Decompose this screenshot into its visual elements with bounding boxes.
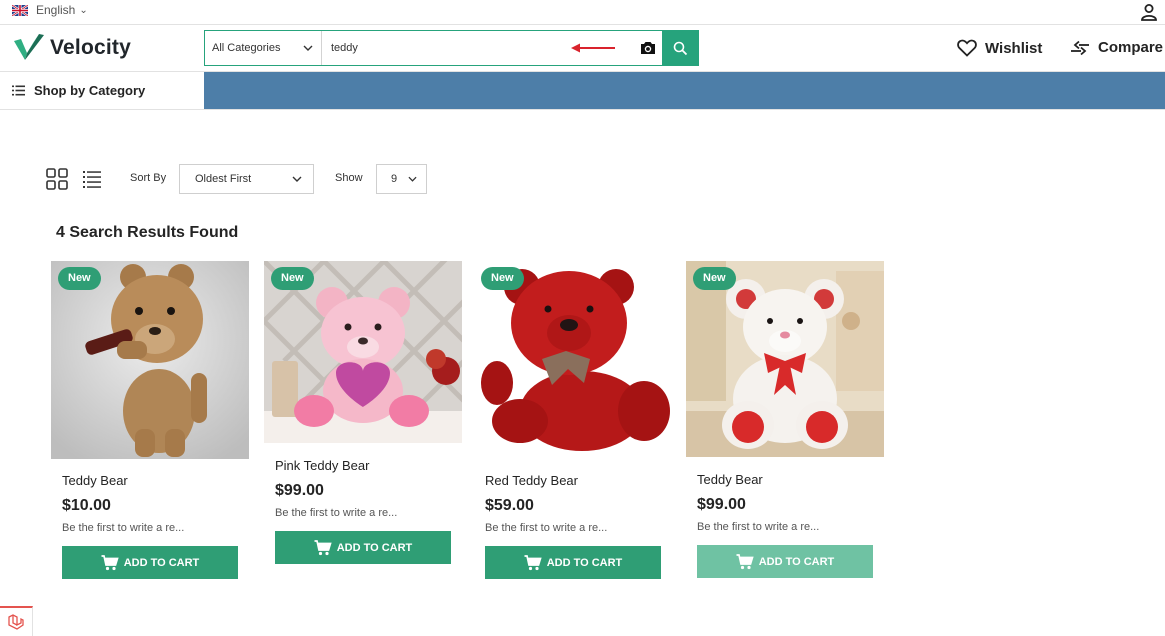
review-prompt[interactable]: Be the first to write a re... <box>275 507 397 519</box>
search-icon <box>673 41 687 55</box>
cart-icon <box>524 554 542 570</box>
show-label: Show <box>335 172 363 184</box>
list-view-icon[interactable] <box>82 169 102 189</box>
compare-label: Compare <box>1098 39 1164 56</box>
chevron-down-icon <box>292 176 302 182</box>
camera-icon <box>641 42 655 54</box>
language-selector[interactable]: English ⌄ <box>12 3 88 17</box>
logo-text: Velocity <box>50 36 131 59</box>
sort-by-label: Sort By <box>130 172 167 184</box>
add-to-cart-button[interactable]: ADD TO CART <box>697 545 873 578</box>
product-name[interactable]: Red Teddy Bear <box>485 473 578 488</box>
listing-toolbar: Sort By Oldest First Show 9 <box>46 164 446 194</box>
sort-select-value: Oldest First <box>195 173 252 185</box>
product-image[interactable]: New <box>474 261 672 459</box>
category-select[interactable]: All Categories <box>205 31 322 65</box>
cart-icon <box>101 554 119 570</box>
user-account-icon[interactable] <box>1140 3 1158 21</box>
product-price: $10.00 <box>62 497 111 514</box>
top-bar: English ⌄ <box>0 0 1165 25</box>
product-card[interactable]: New Pink Teddy Bear $99.00 Be the first … <box>264 261 462 566</box>
category-nav: Shop by Category <box>0 71 1165 110</box>
add-to-cart-button[interactable]: ADD TO CART <box>62 546 238 579</box>
review-prompt[interactable]: Be the first to write a re... <box>485 522 607 534</box>
search-input[interactable] <box>322 31 634 65</box>
product-name[interactable]: Pink Teddy Bear <box>275 458 369 473</box>
product-price: $99.00 <box>275 482 324 499</box>
add-to-cart-label: ADD TO CART <box>123 556 200 569</box>
show-count-value: 9 <box>391 173 398 185</box>
add-to-cart-label: ADD TO CART <box>546 556 623 569</box>
wishlist-label: Wishlist <box>985 39 1043 57</box>
product-card[interactable]: New Teddy Bear $10.00 Be the first to wr… <box>51 261 249 581</box>
review-prompt[interactable]: Be the first to write a re... <box>62 522 184 534</box>
product-name[interactable]: Teddy Bear <box>697 472 763 487</box>
compare-link[interactable]: Compare <box>1070 39 1163 56</box>
uk-flag-icon <box>12 4 28 16</box>
sort-select[interactable]: Oldest First <box>179 164 314 194</box>
new-badge: New <box>481 267 524 290</box>
chevron-down-icon: ⌄ <box>79 4 88 16</box>
laravel-logo-icon <box>8 614 24 630</box>
category-select-value: All Categories <box>212 42 281 54</box>
product-card[interactable]: New Teddy Bear $99.00 Be the first to wr… <box>686 261 884 581</box>
product-image[interactable]: New <box>686 261 884 457</box>
new-badge: New <box>693 267 736 290</box>
new-badge: New <box>271 267 314 290</box>
product-image[interactable]: New <box>264 261 462 443</box>
velocity-logo-icon <box>14 34 44 60</box>
cart-icon <box>736 553 754 569</box>
image-search-button[interactable] <box>634 31 662 65</box>
logo[interactable]: Velocity <box>13 33 131 63</box>
chevron-down-icon <box>408 176 417 182</box>
product-card[interactable]: New Red Teddy Bear $59.00 Be the first t… <box>474 261 672 581</box>
language-label: English <box>36 3 76 17</box>
add-to-cart-label: ADD TO CART <box>336 541 413 554</box>
add-to-cart-button[interactable]: ADD TO CART <box>485 546 661 579</box>
product-price: $99.00 <box>697 496 746 513</box>
shop-by-category-button[interactable]: Shop by Category <box>0 72 204 109</box>
heart-icon <box>957 39 977 57</box>
search-button[interactable] <box>662 31 698 65</box>
grid-view-icon[interactable] <box>46 168 68 190</box>
add-to-cart-button[interactable]: ADD TO CART <box>275 531 451 564</box>
add-to-cart-label: ADD TO CART <box>758 555 835 568</box>
show-count-select[interactable]: 9 <box>376 164 427 194</box>
white-teddy-bear-image <box>686 261 884 457</box>
search-bar: All Categories <box>204 30 699 66</box>
new-badge: New <box>58 267 101 290</box>
header: Velocity All Categories teddy Wishlist C… <box>0 26 1165 71</box>
nav-menu-strip <box>204 72 1165 109</box>
product-image[interactable]: New <box>51 261 249 459</box>
cart-icon <box>314 539 332 555</box>
results-title: 4 Search Results Found <box>56 224 239 241</box>
shop-by-category-label: Shop by Category <box>34 83 146 98</box>
laravel-debug-icon[interactable] <box>0 606 33 636</box>
red-teddy-bear-image <box>474 261 672 459</box>
review-prompt[interactable]: Be the first to write a re... <box>697 521 819 533</box>
list-menu-icon <box>12 85 25 96</box>
product-name[interactable]: Teddy Bear <box>62 473 128 488</box>
wishlist-link[interactable]: Wishlist <box>957 39 1042 57</box>
chevron-down-icon <box>303 45 313 51</box>
teddy-bear-image <box>51 261 249 459</box>
product-price: $59.00 <box>485 497 534 514</box>
compare-arrows-icon <box>1071 40 1089 55</box>
